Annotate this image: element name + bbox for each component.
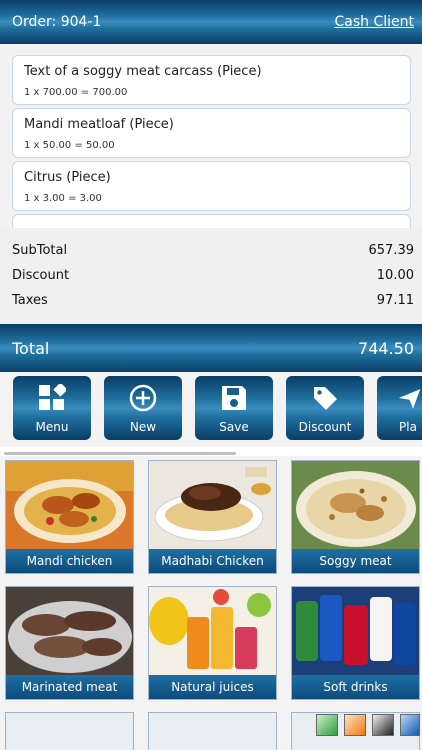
save-button-label: Save <box>219 420 249 434</box>
theme-swatch-green[interactable] <box>316 714 338 736</box>
send-icon <box>377 384 422 412</box>
theme-swatch-blue[interactable] <box>400 714 420 736</box>
save-button[interactable]: Save <box>195 376 273 440</box>
order-header: Order: 904-1 Cash Client <box>0 0 422 44</box>
place-button-label: Pla <box>399 420 417 434</box>
total-value: 744.50 <box>358 339 414 358</box>
totals-panel: SubTotal 657.39 Discount 10.00 Taxes 97.… <box>0 228 422 324</box>
menu-icon <box>13 384 91 412</box>
item-calculation: 1 x 700.00 = 700.00 <box>24 87 128 98</box>
new-button[interactable]: New <box>104 376 182 440</box>
taxes-row: Taxes 97.11 <box>12 293 414 311</box>
product-label: Madhabi Chicken <box>149 549 276 573</box>
discount-row: Discount 10.00 <box>12 268 414 286</box>
product-card-partial[interactable] <box>148 712 277 750</box>
taxes-value: 97.11 <box>376 293 414 308</box>
product-card-madhabi-chicken[interactable]: Madhabi Chicken <box>148 460 277 574</box>
subtotal-value: 657.39 <box>368 243 415 258</box>
menu-button-label: Menu <box>35 420 69 434</box>
product-card-partial[interactable] <box>5 712 134 750</box>
theme-swatch-orange[interactable] <box>344 714 366 736</box>
product-label: Natural juices <box>149 675 276 699</box>
subtotal-row: SubTotal 657.39 <box>12 243 414 261</box>
madhabi-chicken-image <box>149 461 276 549</box>
natural-juices-image <box>149 587 276 675</box>
item-name: Text of a soggy meat carcass (Piece) <box>24 64 262 79</box>
place-button[interactable]: Pla <box>377 376 422 440</box>
action-toolbar: Menu New Save Discount Pla <box>0 372 422 447</box>
theme-swatch-dark[interactable] <box>372 714 394 736</box>
product-label: Marinated meat <box>6 675 133 699</box>
order-number: Order: 904-1 <box>12 14 102 30</box>
item-calculation: 1 x 3.00 = 3.00 <box>24 193 102 204</box>
product-card-mandi-chicken[interactable]: Mandi chicken <box>5 460 134 574</box>
mandi-chicken-image <box>6 461 133 549</box>
item-calculation: 1 x 50.00 = 50.00 <box>24 140 115 151</box>
product-label: Mandi chicken <box>6 549 133 573</box>
product-card-soft-drinks[interactable]: Soft drinks <box>291 586 420 700</box>
discount-value: 10.00 <box>376 268 414 283</box>
item-name: Citrus (Piece) <box>24 170 111 185</box>
floppy-disk-icon <box>195 384 273 412</box>
product-grid[interactable]: Mandi chicken Madhabi Chicken Soggy meat <box>0 456 422 750</box>
total-bar: Total 744.50 <box>0 324 422 372</box>
order-item[interactable]: Citrus (Piece) 1 x 3.00 = 3.00 <box>12 161 411 211</box>
tag-icon <box>286 384 364 412</box>
discount-button-label: Discount <box>298 420 352 434</box>
product-label: Soft drinks <box>292 675 419 699</box>
item-name: Mandi meatloaf (Piece) <box>24 117 174 132</box>
scroll-indicator <box>4 452 236 455</box>
order-item[interactable]: Mandi meatloaf (Piece) 1 x 50.00 = 50.00 <box>12 108 411 158</box>
product-card-soggy-meat[interactable]: Soggy meat <box>291 460 420 574</box>
taxes-label: Taxes <box>12 293 48 308</box>
client-link[interactable]: Cash Client <box>334 14 414 30</box>
product-label: Soggy meat <box>292 549 419 573</box>
order-items-list[interactable]: Text of a soggy meat carcass (Piece) 1 x… <box>0 44 422 228</box>
order-item-partial[interactable] <box>12 214 411 228</box>
marinated-meat-image <box>6 587 133 675</box>
subtotal-label: SubTotal <box>12 243 68 258</box>
product-card-marinated-meat[interactable]: Marinated meat <box>5 586 134 700</box>
order-item[interactable]: Text of a soggy meat carcass (Piece) 1 x… <box>12 55 411 105</box>
plus-circle-icon <box>104 384 182 412</box>
menu-button[interactable]: Menu <box>13 376 91 440</box>
new-button-label: New <box>129 420 157 434</box>
soggy-meat-image <box>292 461 419 549</box>
soft-drinks-image <box>292 587 419 675</box>
total-label: Total <box>12 339 50 358</box>
discount-label: Discount <box>12 268 70 283</box>
product-card-natural-juices[interactable]: Natural juices <box>148 586 277 700</box>
discount-button[interactable]: Discount <box>286 376 364 440</box>
